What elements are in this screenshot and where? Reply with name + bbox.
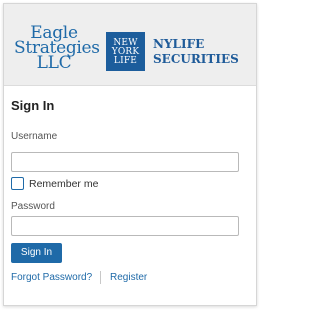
remember-me-checkbox[interactable] bbox=[11, 177, 24, 190]
nyl-logo-line-3: LIFE bbox=[113, 56, 138, 66]
eagle-logo-line-3: LLC bbox=[36, 53, 72, 73]
remember-me-label[interactable]: Remember me bbox=[29, 178, 98, 190]
nylife-securities-logo: NYLIFE SECURITIES bbox=[153, 37, 253, 67]
sign-in-button[interactable]: Sign In bbox=[11, 243, 62, 263]
link-divider bbox=[100, 271, 101, 284]
nylife-securities-line-2: SECURITIES bbox=[153, 52, 239, 66]
username-label: Username bbox=[11, 131, 58, 142]
username-input[interactable] bbox=[11, 152, 239, 172]
password-input[interactable] bbox=[11, 216, 239, 236]
nylife-securities-line-1: NYLIFE bbox=[153, 37, 205, 51]
forgot-password-link[interactable]: Forgot Password? bbox=[11, 272, 92, 283]
password-label: Password bbox=[11, 201, 55, 212]
page-title: Sign In bbox=[11, 98, 55, 113]
eagle-strategies-logo: Eagle Strategies LLC bbox=[14, 25, 100, 73]
brand-header: Eagle Strategies LLC NEW YORK LIFE NYLIF… bbox=[4, 4, 256, 86]
register-link[interactable]: Register bbox=[110, 272, 147, 283]
new-york-life-logo: NEW YORK LIFE bbox=[106, 32, 145, 71]
